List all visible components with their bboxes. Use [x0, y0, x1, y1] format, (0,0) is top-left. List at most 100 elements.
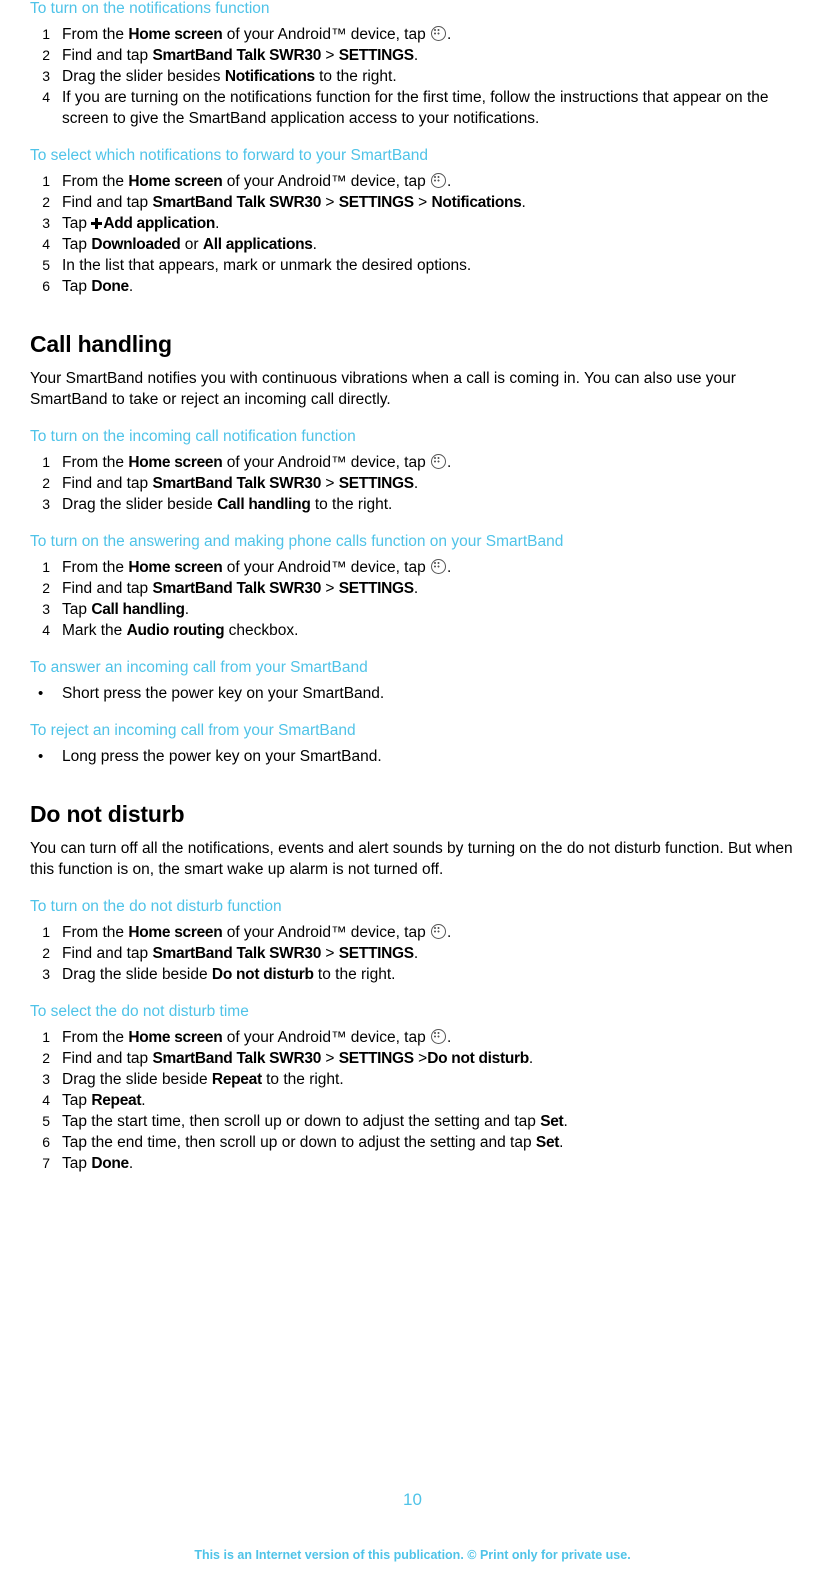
list-item-text: Tap the end time, then scroll up or down… — [62, 1134, 564, 1151]
section-heading-answering-making-calls: To turn on the answering and making phon… — [30, 533, 564, 550]
list-item-number: 5 — [42, 1113, 50, 1129]
list-item-text: Find and tap SmartBand Talk SWR30 > SETT… — [62, 47, 419, 64]
list-item-text: Tap Done. — [62, 1155, 134, 1172]
list-item: 4 If you are turning on the notifications… — [30, 87, 815, 129]
list-item: • Long press the power key on your SmartB… — [30, 746, 815, 767]
list-item-number: 2 — [42, 1050, 50, 1066]
section-heading-reject-incoming-call: To reject an incoming call from your Sma… — [30, 722, 356, 739]
list-item-number: 2 — [42, 475, 50, 491]
list-item-number: 3 — [42, 966, 50, 982]
list-item-text: Drag the slider beside Call handling to … — [62, 496, 393, 513]
list-item-number: 1 — [42, 559, 50, 575]
page-number: 10 — [403, 1490, 422, 1509]
list-item-text: Tap Done. — [62, 278, 134, 295]
apps-grid-icon — [431, 454, 447, 469]
list-item: 4 Tap Repeat. — [30, 1090, 815, 1111]
bullets-answer-incoming-call: • Short press the power key on your Smart… — [30, 683, 815, 704]
section-heading-dnd-time: To select the do not disturb time — [30, 1003, 249, 1020]
list-item: 5 In the list that appears, mark or unmar… — [30, 255, 815, 276]
list-item-text: Long press the power key on your SmartBa… — [62, 748, 382, 765]
bullet-icon: • — [38, 685, 44, 702]
list-item-number: 4 — [42, 1092, 50, 1108]
list-item-text: Find and tap SmartBand Talk SWR30 > SETT… — [62, 475, 419, 492]
list-item: 1 From the Home screen of your Android™ d… — [30, 557, 815, 578]
steps-incoming-call-notification: 1 From the Home screen of your Android™ d… — [30, 452, 815, 515]
list-item: 6 Tap the end time, then scroll up or dow… — [30, 1132, 815, 1153]
list-item-text: Tap the start time, then scroll up or do… — [62, 1113, 568, 1130]
page-title-do-not-disturb: Do not disturb — [30, 801, 185, 827]
intro-do-not-disturb: You can turn off all the notifications, … — [30, 840, 793, 878]
list-item-number: 4 — [42, 622, 50, 638]
section-heading-answer-incoming-call: To answer an incoming call from your Sma… — [30, 659, 368, 676]
list-item-text: Find and tap SmartBand Talk SWR30 > SETT… — [62, 194, 526, 211]
list-item-number: 3 — [42, 215, 50, 231]
list-item-text: Drag the slider besides Notifications to… — [62, 68, 397, 85]
steps-dnd-time: 1 From the Home screen of your Android™ d… — [30, 1027, 815, 1174]
steps-dnd-on: 1 From the Home screen of your Android™ d… — [30, 922, 815, 985]
list-item-number: 6 — [42, 1134, 50, 1150]
list-item: 1 From the Home screen of your Android™ d… — [30, 922, 815, 943]
steps-answering-making-calls: 1 From the Home screen of your Android™ d… — [30, 557, 815, 641]
list-item-number: 3 — [42, 68, 50, 84]
list-item-text: Drag the slide beside Do not disturb to … — [62, 966, 396, 983]
bullets-reject-incoming-call: • Long press the power key on your SmartB… — [30, 746, 815, 767]
list-item-number: 2 — [42, 47, 50, 63]
list-item: 1 From the Home screen of your Android™ d… — [30, 1027, 815, 1048]
list-item-text: Short press the power key on your SmartB… — [62, 685, 385, 702]
list-item-text: From the Home screen of your Android™ de… — [62, 924, 452, 941]
list-item: 5 Tap the start time, then scroll up or d… — [30, 1111, 815, 1132]
list-item-text: Tap Call handling. — [62, 601, 190, 618]
bullet-icon: • — [38, 748, 44, 765]
list-item-number: 2 — [42, 945, 50, 961]
list-item-number: 1 — [42, 173, 50, 189]
footer-note: This is an Internet version of this publ… — [194, 1548, 631, 1562]
list-item: 3 Tap Add application. — [30, 213, 815, 234]
apps-grid-icon — [431, 559, 447, 574]
list-item-text: From the Home screen of your Android™ de… — [62, 559, 452, 576]
list-item-number: 4 — [42, 89, 50, 105]
section-heading-select-notifications: To select which notifications to forward… — [30, 147, 429, 164]
list-item-text: If you are turning on the notifications … — [62, 89, 769, 127]
list-item: 3 Tap Call handling. — [30, 599, 815, 620]
list-item-text: Find and tap SmartBand Talk SWR30 > SETT… — [62, 580, 419, 597]
steps-notifications-on: 1 From the Home screen of your Android™ d… — [30, 24, 815, 129]
section-heading-notifications-on: To turn on the notifications function — [30, 0, 270, 17]
list-item-text: Drag the slide beside Repeat to the righ… — [62, 1071, 344, 1088]
list-item-number: 5 — [42, 257, 50, 273]
list-item: 2 Find and tap SmartBand Talk SWR30 > SET… — [30, 1048, 815, 1069]
list-item-text: From the Home screen of your Android™ de… — [62, 454, 452, 471]
list-item-number: 1 — [42, 924, 50, 940]
apps-grid-icon — [431, 26, 447, 41]
list-item-number: 4 — [42, 236, 50, 252]
list-item: 2 Find and tap SmartBand Talk SWR30 > SET… — [30, 45, 815, 66]
list-item: 3 Drag the slide beside Do not disturb to… — [30, 964, 815, 985]
list-item: 1 From the Home screen of your Android™ d… — [30, 452, 815, 473]
section-heading-incoming-call-notification: To turn on the incoming call notificatio… — [30, 428, 356, 445]
list-item-number: 1 — [42, 1029, 50, 1045]
list-item: 6 Tap Done. — [30, 276, 815, 297]
list-item: 3 Drag the slider beside Call handling to… — [30, 494, 815, 515]
list-item-text: Find and tap SmartBand Talk SWR30 > SETT… — [62, 945, 419, 962]
intro-call-handling: Your SmartBand notifies you with continu… — [30, 370, 736, 408]
list-item: 2 Find and tap SmartBand Talk SWR30 > SET… — [30, 943, 815, 964]
list-item-text: Find and tap SmartBand Talk SWR30 > SETT… — [62, 1050, 534, 1067]
list-item: 7 Tap Done. — [30, 1153, 815, 1174]
apps-grid-icon — [431, 173, 447, 188]
list-item-number: 7 — [42, 1155, 50, 1171]
steps-select-notifications: 1 From the Home screen of your Android™ d… — [30, 171, 815, 297]
list-item: 1 From the Home screen of your Android™ d… — [30, 24, 815, 45]
list-item: 4 Tap Downloaded or All applications. — [30, 234, 815, 255]
list-item-text: Tap Downloaded or All applications. — [62, 236, 317, 253]
list-item-number: 1 — [42, 454, 50, 470]
list-item-number: 3 — [42, 1071, 50, 1087]
apps-grid-icon — [431, 1029, 447, 1044]
apps-grid-icon — [431, 924, 447, 939]
list-item: • Short press the power key on your Smart… — [30, 683, 815, 704]
list-item: 2 Find and tap SmartBand Talk SWR30 > SET… — [30, 473, 815, 494]
list-item: 3 Drag the slide beside Repeat to the rig… — [30, 1069, 815, 1090]
list-item-text: From the Home screen of your Android™ de… — [62, 1029, 452, 1046]
list-item: 1 From the Home screen of your Android™ d… — [30, 171, 815, 192]
list-item-number: 1 — [42, 26, 50, 42]
list-item-number: 2 — [42, 194, 50, 210]
list-item-text: Mark the Audio routing checkbox. — [62, 622, 299, 639]
